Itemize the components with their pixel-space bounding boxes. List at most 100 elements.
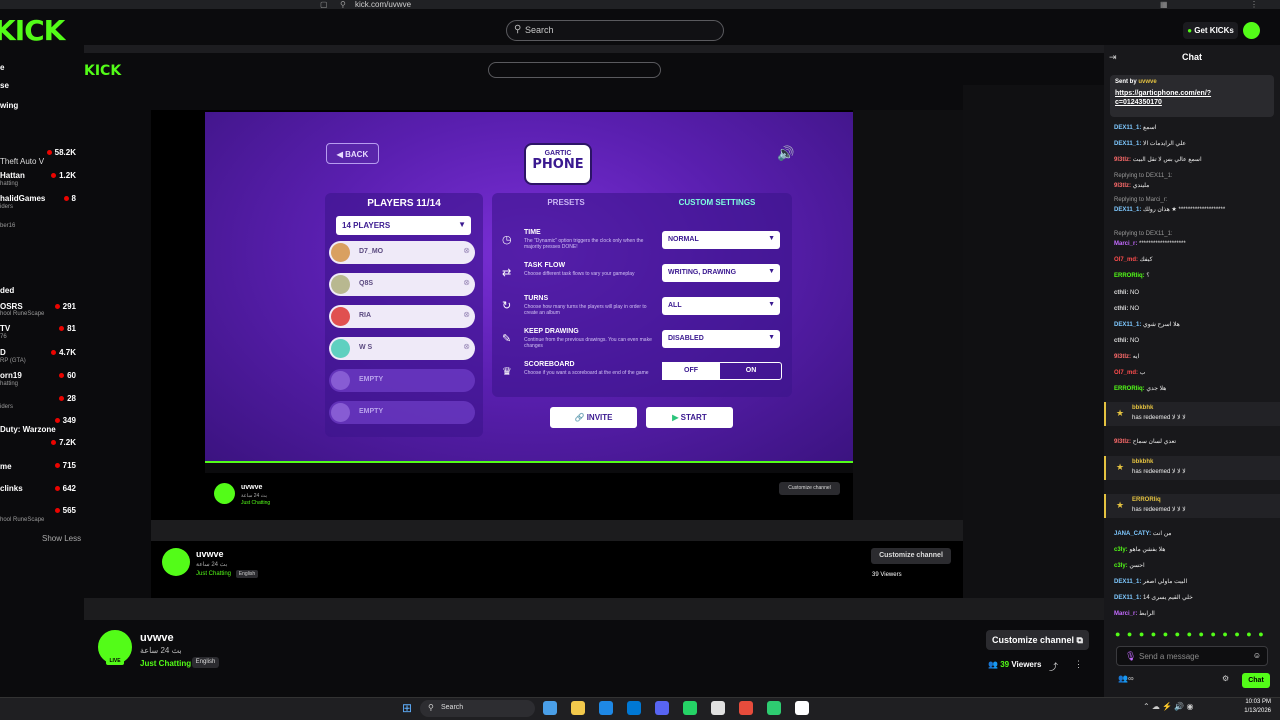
sidebar-channel-label[interactable]: D xyxy=(0,348,6,357)
chat-username[interactable]: DEX11_1: xyxy=(1114,125,1141,131)
chat-send-button[interactable]: Chat xyxy=(1242,673,1270,688)
chat-username[interactable]: bbkbhk xyxy=(1132,405,1153,411)
chat-username[interactable]: ERRORliq: xyxy=(1114,273,1145,279)
setting-dropdown[interactable]: DISABLED ▼ xyxy=(662,330,780,348)
chat-message[interactable]: ERRORliq: ؟ xyxy=(1114,272,1274,280)
sidebar-nav-item[interactable]: se xyxy=(0,81,9,90)
sidebar-channel-label[interactable]: me xyxy=(0,462,12,471)
chat-message[interactable]: DEX11_1: علي الرايدمات الا xyxy=(1114,140,1274,148)
extensions-icon[interactable]: ▦ xyxy=(1160,0,1168,9)
speaker-icon[interactable]: 🔊 xyxy=(777,145,794,162)
chat-message[interactable]: c3ly: هلا بفشن ماهو xyxy=(1114,546,1274,554)
sidebar-channel-label[interactable]: Theft Auto V xyxy=(0,157,44,166)
chat-message-input[interactable]: 🎙 Send a message ☺ xyxy=(1116,646,1268,666)
chat-username[interactable]: Ol7_md: xyxy=(1114,370,1138,376)
pinned-link[interactable]: https://garticphone.com/en/?c=0124350170 xyxy=(1115,89,1245,107)
chat-message[interactable]: Replying to DEX11_1: xyxy=(1114,230,1274,238)
chat-message[interactable]: Replying to DEX11_1: xyxy=(1114,172,1274,180)
chat-message[interactable]: cthli: NO xyxy=(1114,337,1274,345)
get-kicks-button[interactable]: ● Get KICKs xyxy=(1183,22,1238,39)
chat-message[interactable]: cthli: NO xyxy=(1114,289,1274,297)
chat-username[interactable]: DEX11_1: xyxy=(1114,322,1141,328)
address-bar[interactable]: kick.com/uvwve xyxy=(355,0,411,9)
chat-username[interactable]: c3ly: xyxy=(1114,563,1128,569)
sidebar-nav-item[interactable]: e xyxy=(0,63,4,72)
sidebar-channel-label[interactable]: clinks xyxy=(0,484,23,493)
taskbar-app-icon[interactable] xyxy=(711,701,725,715)
chat-message[interactable]: cthli: NO xyxy=(1114,305,1274,313)
chat-message[interactable]: DEX11_1: خلي القيم يسرى 14 xyxy=(1114,594,1274,602)
kick-player-icon[interactable]: ⊗ xyxy=(463,246,470,255)
chat-username[interactable]: cthli: xyxy=(1114,306,1128,312)
taskbar-app-icon[interactable] xyxy=(767,701,781,715)
sidebar-channel-label[interactable]: Duty: Warzone xyxy=(0,425,56,434)
player-slot[interactable]: RIA ⊗ xyxy=(329,305,475,328)
video-progress-bar[interactable] xyxy=(205,461,853,463)
chat-username[interactable]: JANA_CATY: xyxy=(1114,531,1151,537)
streamer-name[interactable]: uvwve xyxy=(140,632,174,644)
setting-dropdown[interactable]: ALL ▼ xyxy=(662,297,780,315)
kick-logo[interactable]: KICK xyxy=(0,14,65,47)
sidebar-channel-label[interactable]: Hattan xyxy=(0,171,25,180)
chat-message[interactable]: DEX11_1: هذان رولك ★ *******************… xyxy=(1114,206,1274,214)
menu-icon[interactable]: ⋮ xyxy=(1250,0,1258,9)
customize-channel-button[interactable]: Customize channel ⧉ xyxy=(986,630,1089,650)
gear-icon[interactable]: ⚙ xyxy=(1222,674,1229,683)
scoreboard-off-button[interactable]: OFF xyxy=(662,362,720,380)
player-slot[interactable]: W S ⊗ xyxy=(329,337,475,360)
kick-player-icon[interactable]: ⊗ xyxy=(463,342,470,351)
kick-player-icon[interactable]: ⊗ xyxy=(463,278,470,287)
player-slot[interactable]: D7_MO ⊗ xyxy=(329,241,475,264)
chat-username[interactable]: c3ly: xyxy=(1114,547,1128,553)
chat-username[interactable]: Marci_r: xyxy=(1114,241,1137,247)
chat-username[interactable]: 9l3tlz: xyxy=(1114,354,1131,360)
chat-users-icon[interactable]: 👥∞ xyxy=(1118,674,1134,683)
chat-username[interactable]: ERRORliq xyxy=(1132,497,1161,503)
chat-username[interactable]: ERRORliq: xyxy=(1114,386,1145,392)
player-count-select[interactable]: 14 PLAYERS ▼ xyxy=(336,216,471,235)
setting-dropdown[interactable]: WRITING, DRAWING ▼ xyxy=(662,264,780,282)
chat-message[interactable]: Marci_r: ******************** xyxy=(1114,240,1274,248)
chat-username[interactable]: Marci_r: xyxy=(1114,611,1137,617)
chat-username[interactable]: cthli: xyxy=(1114,338,1128,344)
chat-message[interactable]: 9l3tlz: ايه xyxy=(1114,353,1274,361)
share-icon[interactable]: ⤴ xyxy=(1049,660,1058,673)
start-button[interactable]: ▶ START xyxy=(646,407,733,428)
chat-message[interactable]: Marci_r: الرابط xyxy=(1114,610,1274,618)
sidebar-nav-item[interactable]: wing xyxy=(0,101,18,110)
sidebar-channel-label[interactable]: TV xyxy=(0,324,10,333)
kick-player-icon[interactable]: ⊗ xyxy=(463,310,470,319)
sidebar-channel-label[interactable]: OSRS xyxy=(0,302,23,311)
taskbar-search[interactable]: ⚲ Search xyxy=(420,700,535,717)
profile-avatar[interactable] xyxy=(1243,22,1260,39)
sidebar-channel-label[interactable]: ber16 xyxy=(0,223,15,229)
chat-message[interactable]: DEX11_1: البيت ماولي اصغر xyxy=(1114,578,1274,586)
chat-message[interactable]: DEX11_1: اسمع xyxy=(1114,124,1274,132)
chat-username[interactable]: DEX11_1: xyxy=(1114,579,1141,585)
chat-message[interactable]: DEX11_1: هلا اسرح شوي xyxy=(1114,321,1274,329)
search-input[interactable]: ⚲ Search xyxy=(506,20,724,41)
taskbar-app-icon[interactable] xyxy=(571,701,585,715)
chat-message[interactable]: Replying to Marci_r: xyxy=(1114,196,1274,204)
chat-username[interactable]: DEX11_1: xyxy=(1114,595,1141,601)
chat-username[interactable]: 9l3tlz: xyxy=(1114,157,1131,163)
show-less-link[interactable]: Show Less xyxy=(42,534,81,543)
scoreboard-on-button[interactable]: ON xyxy=(720,362,782,380)
chat-username[interactable]: cthli: xyxy=(1114,290,1128,296)
taskbar-app-icon[interactable] xyxy=(683,701,697,715)
bookmark-icon[interactable]: ▢ xyxy=(320,0,328,9)
chat-username[interactable]: 9l3tlz: xyxy=(1114,183,1131,189)
taskbar-app-icon[interactable] xyxy=(543,701,557,715)
language-badge[interactable]: English xyxy=(192,657,219,668)
chat-username[interactable]: Ol7_md: xyxy=(1114,257,1138,263)
stream-category[interactable]: Just Chatting xyxy=(140,659,191,668)
emoji-icon[interactable]: ☺ xyxy=(1253,651,1261,660)
chat-message[interactable]: Ol7_md: ب xyxy=(1114,369,1274,377)
pinned-message[interactable]: Sent by uvwve https://garticphone.com/en… xyxy=(1110,75,1274,117)
taskbar-app-icon[interactable] xyxy=(739,701,753,715)
chat-username[interactable]: bbkbhk xyxy=(1132,459,1153,465)
sidebar-channel-label[interactable]: ded xyxy=(0,286,14,295)
site-info-icon[interactable]: ⚲ xyxy=(340,0,346,9)
tab-presets[interactable]: PRESETS xyxy=(492,193,640,213)
chat-message[interactable]: JANA_CATY: من انت xyxy=(1114,530,1274,538)
